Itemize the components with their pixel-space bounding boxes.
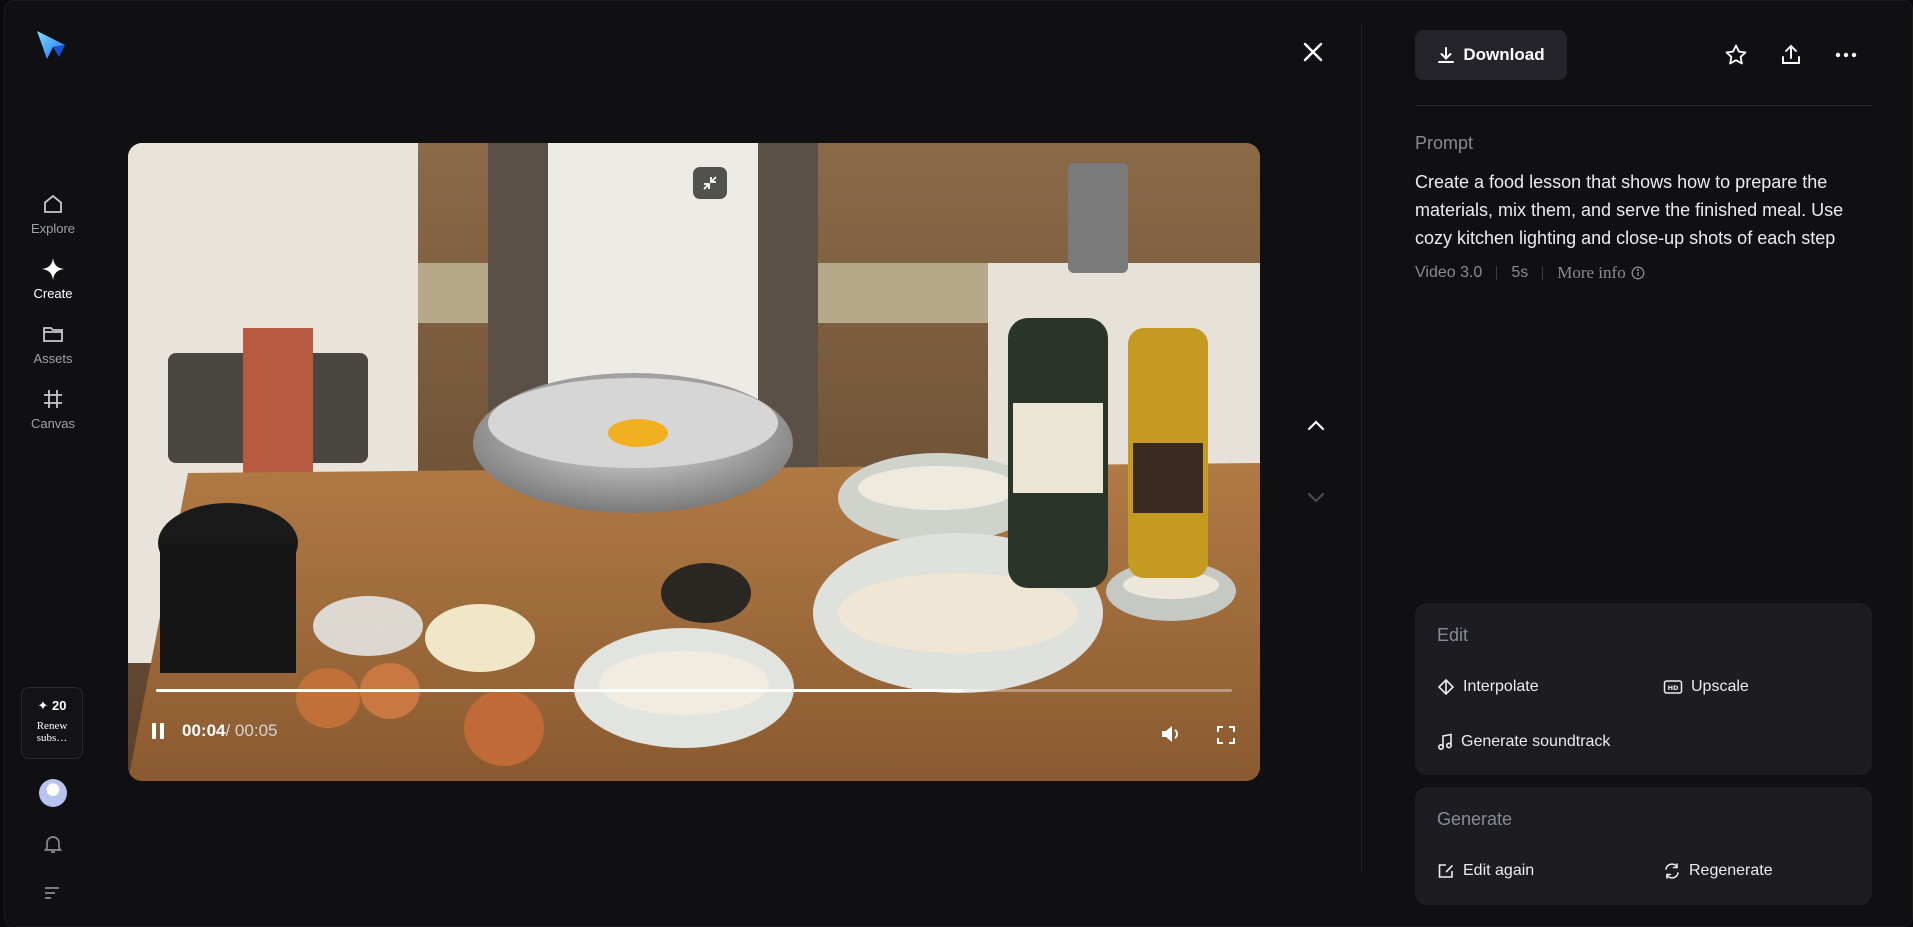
prompt-heading: Prompt — [1415, 133, 1474, 153]
refresh-icon — [1665, 863, 1679, 879]
sidebar-item-label: Assets — [33, 351, 73, 366]
download-label: Download — [1463, 45, 1545, 64]
sidebar-item-label: Create — [33, 286, 73, 301]
edit-card: Edit Interpolate HD Upscale Generate sou… — [1415, 603, 1872, 775]
close-icon[interactable] — [1302, 41, 1326, 65]
regenerate-button[interactable]: Regenerate — [1663, 862, 1773, 880]
interpolate-button[interactable]: Interpolate — [1437, 678, 1539, 696]
sidebar-item-canvas[interactable]: Canvas — [13, 386, 93, 442]
sparkle-icon — [40, 256, 66, 282]
duration: / 00:05 — [225, 721, 278, 740]
pause-button[interactable] — [152, 722, 170, 740]
more-options-icon[interactable] — [1833, 42, 1859, 68]
upscale-label: Upscale — [1691, 678, 1749, 695]
video-progress-bar[interactable] — [156, 689, 1232, 692]
generate-soundtrack-button[interactable]: Generate soundtrack — [1437, 733, 1610, 751]
current-time: 00:04 — [182, 721, 226, 740]
interpolate-label: Interpolate — [1463, 678, 1539, 695]
sidebar-item-assets[interactable]: Assets — [13, 321, 93, 377]
edit-again-button[interactable]: Edit again — [1437, 862, 1534, 880]
upscale-button[interactable]: HD Upscale — [1663, 678, 1749, 696]
menu-icon[interactable] — [43, 885, 63, 906]
exit-fullscreen-button[interactable] — [693, 167, 727, 199]
credit-count: ✦ 20 — [37, 698, 67, 713]
sidebar-item-explore[interactable]: Explore — [13, 191, 93, 247]
model-version: Video 3.0 — [1415, 264, 1483, 281]
panel-divider — [1361, 25, 1362, 871]
generate-card: Generate Edit again Regenerate — [1415, 787, 1872, 905]
more-info-label: More info — [1557, 263, 1626, 282]
canvas-icon — [40, 386, 66, 412]
home-icon — [40, 191, 66, 217]
fullscreen-icon[interactable] — [1216, 725, 1236, 750]
prompt-text: Create a food lesson that shows how to p… — [1415, 172, 1844, 248]
avatar[interactable] — [39, 779, 67, 807]
generate-soundtrack-label: Generate soundtrack — [1461, 733, 1611, 750]
download-icon — [1438, 47, 1455, 63]
edit-icon — [1438, 864, 1454, 878]
sidebar-item-label: Explore — [30, 221, 76, 236]
header-divider — [1415, 105, 1873, 106]
volume-icon[interactable] — [1160, 723, 1182, 750]
video-player[interactable]: 00:04/ 00:05 — [128, 143, 1260, 781]
download-button[interactable]: Download — [1415, 30, 1567, 80]
playback-controls: 00:04/ 00:05 — [152, 721, 277, 741]
sidebar-item-create[interactable]: Create — [13, 256, 93, 312]
next-arrow-icon[interactable] — [1305, 486, 1327, 513]
time-display: 00:04/ 00:05 — [182, 721, 277, 741]
video-progress-fill — [156, 689, 963, 692]
edit-again-label: Edit again — [1463, 862, 1535, 879]
edit-heading: Edit — [1437, 625, 1469, 645]
collapse-icon — [703, 176, 717, 190]
more-info-link[interactable]: More info — [1557, 263, 1645, 283]
video-frame — [128, 143, 1260, 781]
interpolate-icon — [1437, 678, 1455, 696]
music-note-icon — [1437, 733, 1453, 751]
credits-renew-button[interactable]: ✦ 20 Renew subs… — [21, 687, 83, 759]
star-icon[interactable] — [1723, 42, 1749, 68]
renew-subscription-label: Renew subs… — [36, 720, 68, 744]
hd-icon: HD — [1663, 680, 1683, 694]
app-window: Explore Create Assets Canvas ✦ 20 Renew … — [4, 0, 1913, 927]
previous-arrow-icon[interactable] — [1305, 415, 1327, 442]
svg-text:HD: HD — [1668, 684, 1679, 692]
share-icon[interactable] — [1778, 42, 1804, 68]
regenerate-label: Regenerate — [1689, 862, 1773, 879]
sidebar: Explore Create Assets Canvas ✦ 20 Renew … — [5, 1, 101, 926]
app-logo[interactable] — [33, 27, 73, 67]
generate-heading: Generate — [1437, 809, 1513, 829]
bell-icon[interactable] — [42, 833, 64, 860]
video-length: 5s — [1511, 264, 1529, 281]
folder-icon — [40, 321, 66, 347]
sidebar-item-label: Canvas — [30, 416, 76, 431]
generation-meta: Video 3.0 5s More info — [1415, 263, 1645, 283]
info-icon — [1631, 266, 1645, 280]
